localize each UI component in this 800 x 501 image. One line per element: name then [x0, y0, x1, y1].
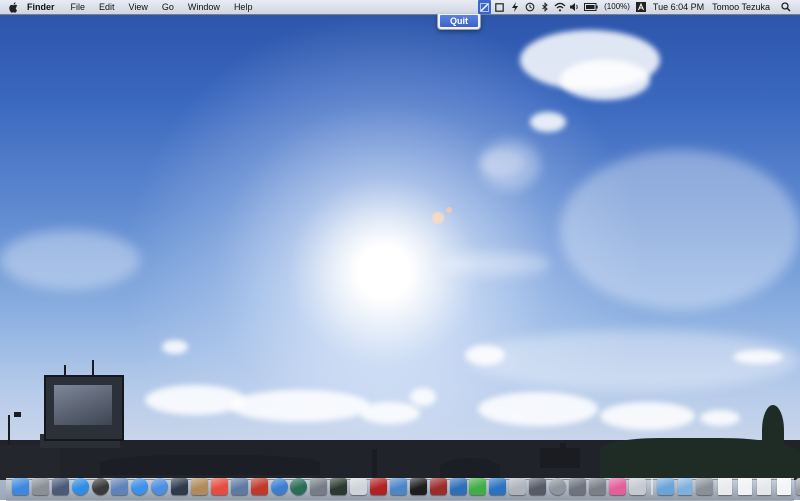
text-input-icon[interactable]: [635, 0, 648, 14]
status-menus: (100%) Tue 6:04 PM Tomoo Tezuka: [477, 0, 800, 14]
dock-facetime-icon[interactable]: [171, 478, 189, 495]
flash-icon[interactable]: [508, 0, 521, 14]
menu-go[interactable]: Go: [155, 0, 181, 14]
dock-automator-icon[interactable]: [588, 478, 606, 495]
dock-system-preferences-icon[interactable]: [310, 478, 328, 495]
dock-document-stack-2-icon[interactable]: [737, 478, 752, 495]
dock-illustrator-icon[interactable]: [449, 478, 467, 495]
dock-launchpad-icon[interactable]: [31, 478, 49, 495]
time-machine-icon[interactable]: [523, 0, 536, 14]
dock-mission-control-icon[interactable]: [51, 478, 69, 495]
dock-itunes-icon[interactable]: [270, 478, 288, 495]
bluetooth-icon[interactable]: [538, 0, 551, 14]
dock-ical-icon[interactable]: [210, 478, 228, 495]
dock-ichat-icon[interactable]: [151, 478, 169, 495]
dock-dictionary-icon[interactable]: [429, 478, 447, 495]
quit-menu-item[interactable]: Quit: [440, 15, 478, 27]
dock-preview-icon[interactable]: [111, 478, 129, 495]
dock-applications-folder-icon[interactable]: [656, 478, 674, 495]
window-icon[interactable]: [493, 0, 506, 14]
menu-bar: Finder File Edit View Go Window Help (10…: [0, 0, 800, 15]
dock: [12, 473, 800, 495]
dock-downloads-stack-icon[interactable]: [696, 478, 714, 495]
dock-separator: [650, 478, 653, 495]
menu-help[interactable]: Help: [227, 0, 260, 14]
wifi-icon[interactable]: [553, 0, 566, 14]
dock-font-book-icon[interactable]: [608, 478, 626, 495]
dock-document-stack-1-icon[interactable]: [717, 478, 732, 495]
dock-photo-booth-icon[interactable]: [250, 478, 268, 495]
dock-finder-icon[interactable]: [12, 478, 29, 495]
dock-disk-utility-icon[interactable]: [549, 478, 567, 495]
volume-icon[interactable]: [568, 0, 581, 14]
dock-terminal-icon[interactable]: [409, 478, 427, 495]
dock-adobe-acrobat-icon[interactable]: [370, 478, 388, 495]
desktop-wallpaper: [0, 0, 800, 500]
dock-activity-monitor-icon[interactable]: [330, 478, 348, 495]
billboard-silhouette: [44, 375, 124, 441]
dock-trash-icon[interactable]: [795, 478, 800, 495]
dock-photoshop-icon[interactable]: [489, 478, 507, 495]
dock-iphoto-icon[interactable]: [230, 478, 248, 495]
menu-view[interactable]: View: [122, 0, 155, 14]
app-menu-finder[interactable]: Finder: [25, 0, 64, 14]
menu-window[interactable]: Window: [181, 0, 227, 14]
dock-dashboard-icon[interactable]: [91, 478, 109, 495]
spotlight-search-icon[interactable]: [779, 0, 792, 14]
battery-percentage: (100%): [604, 2, 630, 11]
dock-notes-icon[interactable]: [509, 478, 527, 495]
dock-evernote-icon[interactable]: [469, 478, 487, 495]
menu-file[interactable]: File: [64, 0, 93, 14]
dock-safari-icon[interactable]: [131, 478, 149, 495]
menu-clock[interactable]: Tue 6:04 PM: [649, 0, 708, 14]
dock-document-stack-4-icon[interactable]: [777, 478, 792, 495]
apple-logo-icon[interactable]: [9, 1, 19, 13]
dock-script-editor-icon[interactable]: [628, 478, 646, 495]
dock-stickies-icon[interactable]: [568, 478, 586, 495]
battery-icon[interactable]: [583, 0, 599, 14]
dock-network-utility-icon[interactable]: [529, 478, 547, 495]
dock-time-machine-icon[interactable]: [290, 478, 308, 495]
dock-documents-folder-icon[interactable]: [677, 478, 692, 495]
status-dropdown-menu: Quit: [437, 14, 481, 30]
app-switcher-icon[interactable]: [478, 0, 492, 14]
user-name[interactable]: Tomoo Tezuka: [708, 0, 774, 14]
dock-document-stack-3-icon[interactable]: [757, 478, 772, 495]
dock-address-book-icon[interactable]: [191, 478, 209, 495]
dock-textedit-icon[interactable]: [350, 478, 368, 495]
dock-xcode-icon[interactable]: [389, 478, 407, 495]
dock-app-store-icon[interactable]: [71, 478, 89, 495]
menu-edit[interactable]: Edit: [92, 0, 122, 14]
